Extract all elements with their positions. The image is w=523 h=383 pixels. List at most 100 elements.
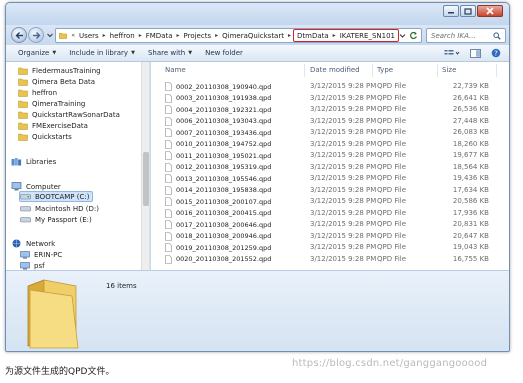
column-divider[interactable]	[304, 64, 305, 77]
file-row[interactable]: 0017_20110308_200646.qpd 3/12/2015 9:28 …	[161, 219, 491, 230]
file-name-cell: 0006_20110308_193043.qpd	[165, 116, 271, 126]
view-controls: ?	[444, 48, 501, 58]
file-name: 0018_20110308_200946.qpd	[176, 232, 272, 240]
file-date: 3/12/2015 9:28 PM	[310, 82, 377, 90]
nav-favorite-fmexercisedata[interactable]: FMExerciseData	[18, 120, 88, 131]
file-row[interactable]: 0019_20110308_201259.qpd 3/12/2015 9:28 …	[161, 242, 491, 253]
file-row[interactable]: 0007_20110308_193436.qpd 3/12/2015 9:28 …	[161, 127, 491, 138]
file-type: QPD File	[377, 105, 407, 113]
file-date: 3/12/2015 9:28 PM	[310, 220, 377, 228]
search-input[interactable]	[431, 31, 493, 40]
column-divider[interactable]	[496, 64, 497, 77]
explorer-window: « Users ▸ heffron ▸ FMData ▸ Projects ▸ …	[5, 2, 510, 352]
breadcrumb-separator-icon[interactable]: ▸	[101, 32, 108, 39]
computer-icon	[20, 250, 30, 259]
nav-scrollbar-thumb[interactable]	[143, 152, 149, 206]
file-date: 3/12/2015 9:28 PM	[310, 208, 377, 217]
address-bar[interactable]: « Users ▸ heffron ▸ FMData ▸ Projects ▸ …	[55, 28, 422, 43]
file-row[interactable]: 0015_20110308_200107.qpd 3/12/2015 9:28 …	[161, 196, 491, 207]
forward-button[interactable]	[28, 27, 44, 43]
nav-network-erin-pc[interactable]: ERIN-PC	[20, 249, 62, 260]
chevron-down-icon[interactable]	[399, 32, 406, 39]
nav-favorite-qimeratraining[interactable]: QimeraTraining	[18, 98, 85, 109]
file-type: QPD File	[377, 162, 407, 171]
nav-favorite-heffron[interactable]: heffron	[18, 87, 57, 98]
file-row[interactable]: 0011_20110308_195021.qpd 3/12/2015 9:28 …	[161, 150, 491, 161]
breadcrumb-separator-icon[interactable]: ▸	[286, 32, 293, 39]
column-divider[interactable]	[372, 64, 373, 77]
file-row[interactable]: 0016_20110308_200415.qpd 3/12/2015 9:28 …	[161, 208, 491, 219]
nav-favorite-qimera-beta-data[interactable]: Qimera Beta Data	[18, 76, 95, 87]
nav-scrollbar[interactable]	[141, 62, 149, 270]
file-row[interactable]: 0006_20110308_193043.qpd 3/12/2015 9:28 …	[161, 116, 491, 127]
close-icon	[486, 7, 494, 15]
nav-libraries[interactable]: Libraries	[11, 156, 56, 167]
file-icon	[165, 105, 172, 114]
nav-favorite-quickstartrawsonardata[interactable]: QuickstartRawSonarData	[18, 109, 120, 120]
file-row[interactable]: 0018_20110308_200946.qpd 3/12/2015 9:28 …	[161, 231, 491, 242]
breadcrumb-separator-icon[interactable]: ▸	[174, 32, 181, 39]
maximize-button[interactable]	[460, 5, 476, 17]
nav-favorite-quickstarts[interactable]: Quickstarts	[18, 131, 72, 142]
share-with-button[interactable]: Share with ▼	[148, 49, 192, 57]
search-icon[interactable]	[493, 31, 501, 40]
breadcrumb-fmdata[interactable]: FMData	[144, 32, 175, 40]
file-row[interactable]: 0013_20110308_195546.qpd 3/12/2015 9:28 …	[161, 173, 491, 184]
preview-pane-icon[interactable]	[470, 48, 481, 58]
organize-button[interactable]: Organize ▼	[18, 49, 56, 57]
breadcrumb-heffron[interactable]: heffron	[108, 32, 137, 40]
address-controls	[399, 31, 421, 40]
window-controls	[443, 5, 503, 17]
breadcrumb-separator-icon[interactable]: ▸	[331, 32, 338, 39]
nav-network[interactable]: Network	[11, 238, 55, 249]
refresh-icon[interactable]	[409, 31, 418, 40]
back-button[interactable]	[11, 27, 27, 43]
view-options-icon[interactable]	[444, 49, 460, 58]
file-row[interactable]: 0004_20110308_192321.qpd 3/12/2015 9:28 …	[161, 104, 491, 115]
file-type: QPD File	[377, 243, 407, 251]
nav-network-psf[interactable]: psf	[20, 260, 45, 270]
file-type: QPD File	[377, 174, 407, 182]
breadcrumb-dtmdata[interactable]: DtmData	[295, 32, 331, 40]
folder-icon	[18, 111, 28, 119]
column-header-name[interactable]: Name	[165, 66, 186, 74]
file-name: 0012_20110308_195319.qpd	[176, 163, 272, 171]
file-row[interactable]: 0002_20110308_190940.qpd 3/12/2015 9:28 …	[161, 81, 491, 92]
double-chevron-left-icon[interactable]: «	[69, 32, 77, 39]
close-button[interactable]	[477, 5, 503, 17]
folder-icon	[18, 67, 28, 75]
nav-drive-label: Macintosh HD (D:)	[35, 204, 99, 213]
column-header-type[interactable]: Type	[377, 66, 393, 74]
file-row[interactable]: 0020_20110308_201552.qpd 3/12/2015 9:28 …	[161, 254, 491, 265]
file-name: 0010_20110308_194752.qpd	[176, 140, 272, 148]
breadcrumb-ikatere-sn101[interactable]: IKATERE_SN101	[338, 32, 397, 40]
recent-pages-chevron-icon[interactable]	[46, 31, 54, 39]
breadcrumb-qimeraquickstart[interactable]: QimeraQuickstart	[220, 32, 286, 40]
breadcrumb-separator-icon[interactable]: ▸	[137, 32, 144, 39]
nav-drive-bootcamp[interactable]: BOOTCAMP (C:)	[19, 191, 94, 202]
file-row[interactable]: 0012_20110308_195319.qpd 3/12/2015 9:28 …	[161, 162, 491, 173]
file-type: QPD File	[377, 208, 407, 217]
help-icon[interactable]: ?	[491, 48, 501, 58]
column-header-date[interactable]: Date modified	[310, 66, 360, 74]
new-folder-button[interactable]: New folder	[205, 49, 243, 57]
breadcrumb-users[interactable]: Users	[77, 32, 101, 40]
column-header-size[interactable]: Size	[442, 66, 456, 74]
column-divider[interactable]	[437, 64, 438, 77]
file-date: 3/12/2015 9:28 PM	[310, 231, 377, 240]
file-name-cell: 0012_20110308_195319.qpd	[165, 162, 272, 172]
file-size: 26,641 KB	[452, 93, 489, 102]
include-in-library-button[interactable]: Include in library ▼	[69, 49, 135, 57]
nav-favorite-fledermaustraining[interactable]: FledermausTraining	[18, 65, 101, 76]
breadcrumb-separator-icon[interactable]: ▸	[213, 32, 220, 39]
file-row[interactable]: 0003_20110308_191938.qpd 3/12/2015 9:28 …	[161, 93, 491, 104]
breadcrumb-projects[interactable]: Projects	[182, 32, 214, 40]
file-row[interactable]: 0014_20110308_195838.qpd 3/12/2015 9:28 …	[161, 185, 491, 196]
nav-drive-macintosh-hd[interactable]: Macintosh HD (D:)	[20, 203, 99, 214]
folder-icon	[18, 100, 28, 108]
file-row[interactable]: 0010_20110308_194752.qpd 3/12/2015 9:28 …	[161, 139, 491, 150]
file-name: 0016_20110308_200415.qpd	[176, 209, 272, 217]
nav-drive-my-passport[interactable]: My Passport (E:)	[20, 214, 92, 225]
minimize-button[interactable]	[443, 5, 459, 17]
nav-drive-label: My Passport (E:)	[35, 215, 92, 224]
